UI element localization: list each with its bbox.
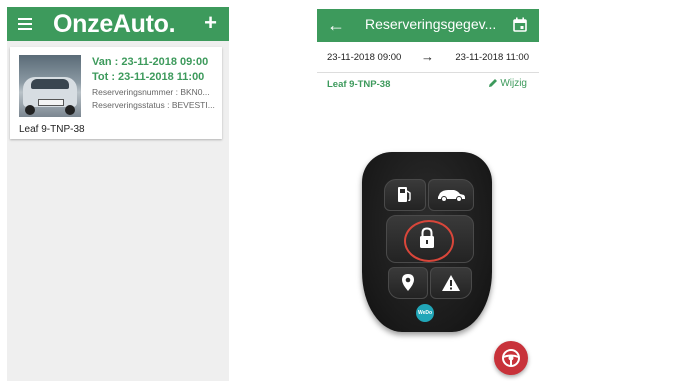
app-brand: OnzeAuto. — [53, 10, 176, 38]
period-start: 23-11-2018 09:00 — [327, 52, 402, 63]
edit-pencil-icon — [489, 79, 498, 87]
reservation-card[interactable]: Leaf 9-TNP-38 Van : 23-11-2018 09:00 Tot… — [10, 47, 222, 139]
back-arrow-icon[interactable]: ← — [327, 13, 345, 37]
calendar-icon[interactable] — [513, 17, 527, 32]
edit-label: Wijzig — [500, 78, 527, 89]
vehicle-name: Leaf 9-TNP-38 — [327, 79, 391, 90]
reservation-end: Tot : 23-11-2018 11:00 — [92, 71, 205, 83]
left-phone-screen: OnzeAuto. + Leaf 9-TNP-38 Van : 23-11-20… — [7, 7, 229, 381]
reservation-status: Reserveringsstatus : BEVESTI... — [92, 100, 215, 110]
menu-icon[interactable] — [18, 18, 32, 30]
vehicle-row: Leaf 9-TNP-38 Wijzig — [317, 73, 539, 97]
left-app-bar: OnzeAuto. + — [7, 7, 229, 41]
location-pin-icon — [402, 274, 414, 291]
reservation-start: Van : 23-11-2018 09:00 — [92, 56, 209, 68]
add-reservation-button[interactable]: + — [204, 11, 217, 35]
location-button[interactable] — [388, 267, 428, 299]
car-photo — [19, 55, 81, 117]
fuel-button[interactable] — [384, 179, 426, 211]
car-label: Leaf 9-TNP-38 — [19, 124, 85, 135]
brand-badge: WeDo — [416, 304, 434, 322]
key-fob: WeDo — [362, 152, 492, 332]
arrow-right-icon: → — [421, 49, 434, 64]
reservation-number: Reserveringsnummer : BKN0... — [92, 87, 210, 97]
warning-icon — [442, 275, 460, 291]
period-end: 23-11-2018 11:00 — [455, 52, 529, 63]
reservation-period-row: 23-11-2018 09:00 → 23-11-2018 11:00 — [317, 44, 539, 73]
car-button[interactable] — [428, 179, 474, 211]
car-icon — [438, 190, 465, 202]
page-title: Reserveringsgegev... — [365, 16, 497, 32]
fuel-icon — [398, 187, 411, 202]
steering-wheel-icon — [502, 349, 520, 367]
right-app-bar: ← Reserveringsgegev... — [317, 9, 539, 42]
steering-wheel-fab[interactable] — [494, 341, 528, 375]
lock-icon — [420, 227, 434, 248]
warning-button[interactable] — [430, 267, 472, 299]
edit-button[interactable]: Wijzig — [488, 78, 527, 89]
